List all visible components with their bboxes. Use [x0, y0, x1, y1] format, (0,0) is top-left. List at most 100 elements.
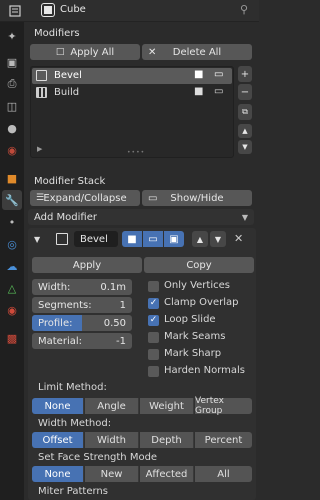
mark-sharp-checkbox[interactable] [148, 349, 159, 360]
world-tab-icon[interactable]: ◉ [2, 140, 22, 160]
modifier-list[interactable]: Bevel ■ ▭ Build ■ ▭ ▶ •••• [30, 66, 234, 158]
show-hide-button[interactable]: ▭ Show/Hide [142, 190, 252, 206]
move-up-button[interactable]: ▲ [238, 124, 252, 138]
copy-list-item-button[interactable]: ⧉ [238, 104, 252, 120]
harden-normals-checkbox[interactable] [148, 366, 159, 377]
list-filter-arrow-icon[interactable]: ▶ [37, 145, 42, 153]
clamp-overlap-checkbox[interactable]: ✓ [148, 298, 159, 309]
texture-tab-icon[interactable]: ▩ [2, 328, 22, 348]
width-field-label: Width: [38, 281, 71, 293]
limit-vertex-group-option[interactable]: Vertex Group [195, 396, 252, 416]
width-offset-option[interactable]: Offset [32, 432, 84, 448]
show-hide-label: Show/Hide [170, 192, 224, 204]
limit-angle-option[interactable]: Angle [85, 398, 139, 414]
add-modifier-slot-button[interactable]: + [238, 66, 252, 82]
pin-icon[interactable]: ⚲ [240, 3, 248, 16]
limit-none-option[interactable]: None [32, 398, 84, 414]
width-depth-option[interactable]: Depth [140, 432, 194, 448]
delete-modifier-icon[interactable]: ✕ [234, 232, 243, 245]
segments-field[interactable]: Segments: 1 [32, 297, 132, 313]
list-item[interactable]: Build ■ ▭ [32, 85, 232, 101]
modifier-name-field[interactable]: Bevel [74, 231, 118, 247]
list-resize-handle[interactable]: •••• [127, 149, 145, 156]
move-down-button[interactable]: ▼ [210, 231, 226, 247]
add-modifier-label: Add Modifier [34, 211, 97, 223]
loop-slide-checkbox[interactable]: ✓ [148, 315, 159, 326]
mark-seams-checkbox[interactable] [148, 332, 159, 343]
modifier-stack-header[interactable]: Modifier Stack [28, 172, 254, 190]
material-tab-icon[interactable]: ◉ [2, 300, 22, 320]
monitor-icon[interactable]: ▭ [214, 69, 223, 80]
camera-icon[interactable]: ■ [194, 69, 203, 80]
monitor-icon: ▭ [148, 192, 158, 204]
object-tab-icon[interactable]: ■ [2, 168, 22, 188]
collapse-arrow-icon[interactable]: ▼ [34, 235, 40, 244]
close-icon: ✕ [148, 46, 157, 58]
expand-collapse-icon: ☰ [36, 193, 45, 203]
list-item-name: Bevel [54, 70, 82, 81]
data-tab-icon[interactable]: △ [2, 278, 22, 298]
width-width-option[interactable]: Width [85, 432, 139, 448]
properties-tabs: ✦ ▣ ⎙ ◫ ● ◉ ■ 🔧 • ◎ ☁ △ ◉ ▩ [0, 22, 24, 500]
delete-all-button[interactable]: ✕ Delete All [142, 44, 252, 60]
copy-button[interactable]: Copy [144, 257, 254, 273]
chevron-down-icon: ▼ [241, 212, 248, 222]
apply-button[interactable]: Apply [32, 257, 142, 273]
expand-collapse-button[interactable]: ☰ Expand/Collapse [30, 190, 140, 206]
apply-label: Apply [72, 259, 102, 271]
camera-icon[interactable]: ■ [194, 86, 203, 97]
profile-field-label: Profile: [38, 317, 73, 329]
physics-tab-icon[interactable]: ◎ [2, 234, 22, 254]
limit-method-label: Limit Method: [38, 382, 107, 393]
profile-field[interactable]: Profile: 0.50 [32, 315, 132, 331]
face-strength-none-option[interactable]: None [32, 466, 84, 482]
monitor-icon[interactable]: ▭ [214, 86, 223, 97]
add-modifier-dropdown[interactable]: Add Modifier ▼ [28, 209, 254, 225]
clamp-overlap-label: Clamp Overlap [164, 297, 239, 308]
only-vertices-checkbox[interactable] [148, 281, 159, 292]
modifier-stack-title: Modifier Stack [34, 175, 106, 187]
loop-slide-label: Loop Slide [164, 314, 216, 325]
object-name: Cube [60, 4, 86, 15]
modifiers-panel-header[interactable]: Modifiers [28, 24, 254, 42]
list-item[interactable]: Bevel ■ ▭ [32, 68, 232, 84]
editor-type-icon[interactable] [4, 4, 26, 18]
mark-sharp-label: Mark Sharp [164, 348, 222, 359]
expand-collapse-label: Expand/Collapse [43, 192, 127, 204]
monitor-toggle-icon[interactable]: ▭ [143, 231, 163, 247]
output-tab-icon[interactable]: ⎙ [2, 74, 22, 94]
view-layer-tab-icon[interactable]: ◫ [2, 96, 22, 116]
width-method-label: Width Method: [38, 418, 112, 429]
face-strength-new-option[interactable]: New [85, 466, 139, 482]
delete-all-label: Delete All [172, 46, 222, 58]
apply-all-label: Apply All [70, 46, 115, 58]
width-percent-option[interactable]: Percent [195, 432, 252, 448]
limit-weight-option[interactable]: Weight [140, 398, 194, 414]
tool-tab-icon[interactable]: ✦ [2, 26, 22, 46]
list-item-name: Build [54, 87, 80, 98]
material-field-value: -1 [116, 335, 126, 347]
width-method-selector: Offset Width Depth Percent [32, 432, 252, 448]
copy-label: Copy [186, 259, 212, 271]
modifier-tab-icon: □ [55, 47, 65, 57]
remove-modifier-slot-button[interactable]: − [238, 84, 252, 100]
properties-header: Cube ⚲ [0, 0, 259, 22]
modifier-tab-icon[interactable]: 🔧 [2, 190, 22, 210]
move-down-button[interactable]: ▼ [238, 140, 252, 154]
apply-all-button[interactable]: □ Apply All [30, 44, 140, 60]
face-strength-all-option[interactable]: All [195, 466, 252, 482]
width-field-value: 0.1m [100, 281, 126, 293]
camera-toggle-icon[interactable]: ■ [122, 231, 142, 247]
material-field[interactable]: Material: -1 [32, 333, 132, 349]
constraints-tab-icon[interactable]: ☁ [2, 256, 22, 276]
render-tab-icon[interactable]: ▣ [2, 52, 22, 72]
bevel-modifier-panel: ▼ Bevel ■ ▭ ▣ ▲ ▼ ✕ Apply Copy Width: 0.… [28, 228, 256, 500]
face-strength-label: Set Face Strength Mode [38, 452, 158, 463]
modifier-name: Bevel [80, 233, 108, 245]
width-field[interactable]: Width: 0.1m [32, 279, 132, 295]
face-strength-affected-option[interactable]: Affected [140, 466, 194, 482]
particles-tab-icon[interactable]: • [2, 212, 22, 232]
scene-tab-icon[interactable]: ● [2, 118, 22, 138]
editmode-toggle-icon[interactable]: ▣ [164, 231, 184, 247]
move-up-button[interactable]: ▲ [192, 231, 208, 247]
